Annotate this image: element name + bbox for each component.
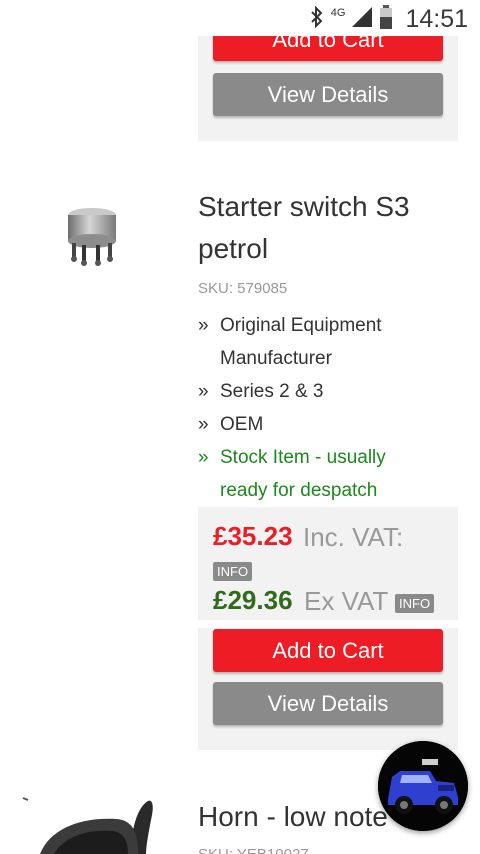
signal-icon [351, 6, 373, 33]
view-details-button[interactable]: View Details [213, 682, 443, 725]
feature-list: » Original Equipment Manufacturer » Series… [198, 309, 458, 507]
product-title-line1: Starter switch S3 [198, 191, 410, 222]
feature-item: » Series 2 & 3 [198, 375, 458, 408]
feature-item: » OEM [198, 408, 458, 441]
feature-item: Manufacturer [220, 348, 332, 369]
battery-icon [379, 4, 393, 34]
ex-vat-label: Ex VAT [304, 586, 389, 616]
chevron-right-icon: » [198, 315, 209, 336]
price-inc-vat: £35.23 [213, 521, 293, 551]
view-details-label: View Details [267, 690, 389, 716]
price-ex-vat: £29.36 [213, 585, 293, 615]
info-badge-ex[interactable]: INFO [395, 594, 435, 613]
stock-status: » Stock Item - usually [198, 441, 458, 474]
product-title[interactable]: Starter switch S3 petrol [198, 186, 410, 270]
add-to-cart-label: Add to Cart [272, 637, 384, 663]
product-sku: SKU: 579085 [198, 280, 288, 297]
add-to-cart-button[interactable]: Add to Cart [213, 629, 443, 672]
chevron-right-icon: » [198, 414, 209, 435]
price-box: £35.23 Inc. VAT: INFO £29.36 Ex VAT INFO [198, 507, 458, 620]
status-bar: 4G 14:51 [0, 0, 480, 36]
product-card-actions: Add to Cart View Details [198, 628, 458, 750]
inc-vat-label: Inc. VAT: [303, 522, 404, 552]
feature-item: » Original Equipment [198, 309, 458, 342]
info-badge-inc[interactable]: INFO [213, 562, 253, 581]
horn-image[interactable] [20, 795, 160, 854]
starter-switch-image[interactable] [64, 205, 122, 267]
network-type: 4G [330, 7, 346, 19]
product-title[interactable]: Horn - low note [198, 796, 388, 838]
product-sku: SKU: YEB10027 [198, 846, 309, 854]
vehicle-avatar-icon [378, 741, 468, 831]
view-details-button[interactable]: View Details [213, 73, 443, 116]
product-title-line2: petrol [198, 233, 269, 264]
bluetooth-icon [309, 5, 325, 33]
chevron-right-icon: » [198, 447, 209, 468]
status-icons: 4G 14:51 [309, 4, 468, 34]
chat-widget-button[interactable] [378, 741, 468, 831]
stock-status-detail: ready for despatch [220, 480, 378, 501]
status-time: 14:51 [405, 4, 468, 33]
chevron-right-icon: » [198, 381, 209, 402]
view-details-label: View Details [267, 81, 389, 107]
